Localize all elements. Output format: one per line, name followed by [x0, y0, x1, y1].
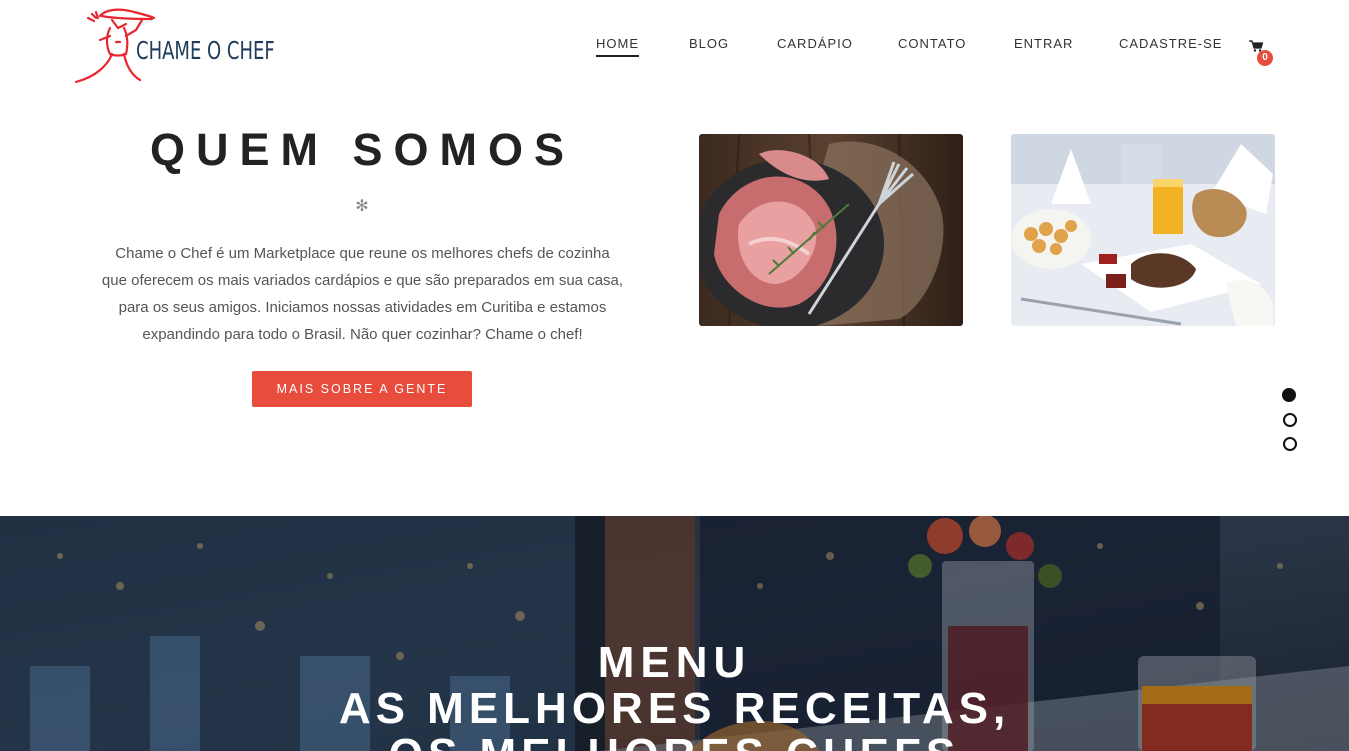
menu-banner: MENU AS MELHORES RECEITAS, OS MELHORES C… [0, 516, 1349, 751]
menu-banner-heading: MENU [597, 638, 752, 687]
about-text-line: para os seus amigos. Iniciamos nossas at… [118, 299, 607, 316]
slider-dot-3[interactable] [1283, 437, 1297, 451]
nav-entrar[interactable]: ENTRAR [1014, 36, 1073, 55]
nav-cardapio[interactable]: CARDÁPIO [777, 36, 853, 55]
about-text-line: expandindo para todo o Brasil. Não quer … [142, 326, 583, 343]
nav-home[interactable]: HOME [596, 36, 639, 57]
slider-dot-2[interactable] [1283, 413, 1297, 427]
cart-button[interactable]: 0 [1249, 38, 1275, 68]
section-divider-icon: ✻ [355, 198, 369, 215]
restaurant-table-photo [1011, 134, 1275, 326]
slider-pagination [1282, 388, 1298, 458]
cart-count-badge: 0 [1257, 50, 1273, 66]
slider-dot-1[interactable] [1282, 388, 1296, 402]
menu-banner-subheading: AS MELHORES RECEITAS, [338, 684, 1011, 733]
nav-blog[interactable]: BLOG [689, 36, 729, 55]
main-nav: HOME BLOG CARDÁPIO CONTATO ENTRAR CADAST… [0, 36, 1349, 66]
about-text-line: que oferecem os mais variados cardápios … [101, 272, 624, 289]
about-title: QUEM SOMOS [149, 124, 576, 175]
more-about-us-button[interactable]: MAIS SOBRE A GENTE [252, 371, 472, 407]
menu-banner-subheading-2: OS MELHORES CHEFS [0, 730, 1349, 751]
about-text-line: Chame o Chef é um Marketplace que reune … [115, 245, 610, 262]
nav-cadastre-se[interactable]: CADASTRE-SE [1119, 36, 1222, 55]
about-description: Chame o Chef é um Marketplace que reune … [100, 240, 625, 348]
cured-ham-photo [699, 134, 963, 326]
nav-contato[interactable]: CONTATO [898, 36, 966, 55]
